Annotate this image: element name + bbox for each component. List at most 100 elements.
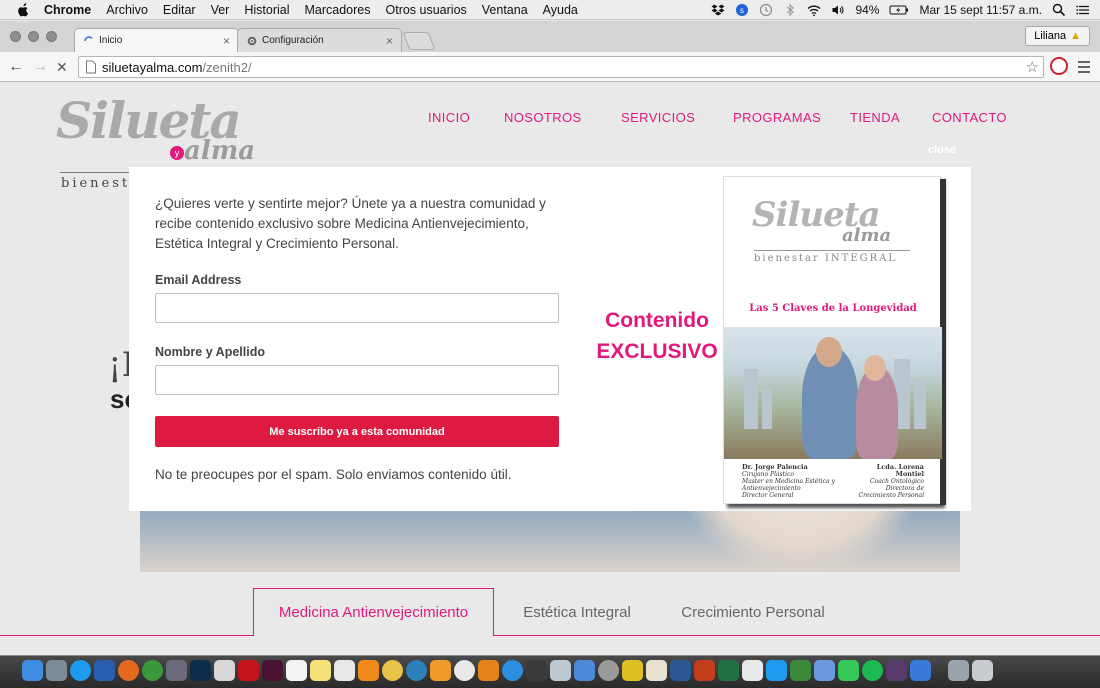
- nav-contacto[interactable]: CONTACTO: [932, 110, 1007, 125]
- system-preferences-icon[interactable]: [598, 660, 619, 681]
- email-field[interactable]: [155, 293, 559, 323]
- tab-estetica[interactable]: Estética Integral: [500, 588, 654, 636]
- author-2-line: Coach Ontológico: [870, 478, 924, 485]
- back-arrow-icon[interactable]: ←: [8, 58, 24, 76]
- quicktime-icon[interactable]: [406, 660, 427, 681]
- menu-otros-usuarios[interactable]: Otros usuarios: [386, 3, 467, 17]
- contacts-icon[interactable]: [334, 660, 355, 681]
- address-bar[interactable]: siluetayalma.com/zenith2/ ☆: [78, 56, 1044, 78]
- menu-archivo[interactable]: Archivo: [106, 3, 148, 17]
- notification-center-icon[interactable]: [1076, 3, 1090, 17]
- photos-icon[interactable]: [382, 660, 403, 681]
- menu-historial[interactable]: Historial: [244, 3, 289, 17]
- apple-icon[interactable]: [16, 2, 30, 17]
- excel-icon[interactable]: [718, 660, 739, 681]
- firefox-icon[interactable]: [118, 660, 139, 681]
- tab-inicio[interactable]: Inicio ×: [74, 28, 239, 52]
- clock[interactable]: Mar 15 sept 11:57 a.m.: [919, 3, 1042, 17]
- menu-ver[interactable]: Ver: [211, 3, 230, 17]
- trash-icon[interactable]: [972, 660, 993, 681]
- subscribe-button[interactable]: Me suscribo ya a esta comunidad: [155, 416, 559, 447]
- downloads-icon[interactable]: [574, 660, 595, 681]
- spotify-icon[interactable]: [862, 660, 883, 681]
- close-window-button[interactable]: [10, 31, 21, 42]
- imovie-icon[interactable]: [526, 660, 547, 681]
- acrobat-icon[interactable]: [238, 660, 259, 681]
- cover-photo-runner-face: [816, 337, 842, 367]
- close-tab-icon[interactable]: ×: [223, 34, 230, 48]
- menu-marcadores[interactable]: Marcadores: [305, 3, 371, 17]
- chrome-icon[interactable]: [142, 660, 163, 681]
- indesign-icon[interactable]: [262, 660, 283, 681]
- tab-crecimiento[interactable]: Crecimiento Personal: [664, 588, 842, 636]
- menu-ayuda[interactable]: Ayuda: [543, 3, 578, 17]
- itunes-icon[interactable]: [454, 660, 475, 681]
- preview-icon[interactable]: [550, 660, 571, 681]
- ibooks-icon[interactable]: [478, 660, 499, 681]
- pdf-document-icon[interactable]: [214, 660, 235, 681]
- address-host: siluetayalma.com: [102, 59, 203, 75]
- promo-line-1: Contenido: [605, 309, 709, 332]
- browser-toolbar: ← → ✕ siluetayalma.com/zenith2/ ☆: [0, 52, 1100, 82]
- safari-icon[interactable]: [94, 660, 115, 681]
- app-store-icon[interactable]: [502, 660, 523, 681]
- photoshop-icon[interactable]: [190, 660, 211, 681]
- popcorn-icon[interactable]: [646, 660, 667, 681]
- downloads-stack-icon[interactable]: [948, 660, 969, 681]
- word-icon[interactable]: [670, 660, 691, 681]
- new-tab-button[interactable]: [402, 32, 436, 50]
- skype-icon[interactable]: [70, 660, 91, 681]
- name-field[interactable]: [155, 365, 559, 395]
- chrome-menu-icon[interactable]: [1078, 61, 1090, 73]
- tab-configuracion[interactable]: Configuración ×: [237, 28, 402, 52]
- close-tab-icon[interactable]: ×: [386, 34, 393, 48]
- finder-icon[interactable]: [22, 660, 43, 681]
- facetime-icon[interactable]: [838, 660, 859, 681]
- subscribe-modal: ¿Quieres verte y sentirte mejor? Únete y…: [129, 167, 971, 511]
- scanner-icon[interactable]: [166, 660, 187, 681]
- teamviewer-icon[interactable]: [910, 660, 931, 681]
- vlc-icon[interactable]: [358, 660, 379, 681]
- bluetooth-icon[interactable]: [783, 3, 797, 17]
- stop-loading-icon[interactable]: ✕: [56, 59, 68, 76]
- volume-icon[interactable]: [831, 3, 845, 17]
- menu-editar[interactable]: Editar: [163, 3, 196, 17]
- radiation-app-icon[interactable]: [622, 660, 643, 681]
- book-author-2: Lcda. Lorena Montiel Coach Ontológico Di…: [850, 464, 924, 500]
- modal-close-link[interactable]: close: [928, 144, 956, 156]
- main-nav: INICIO NOSOTROS SERVICIOS PROGRAMAS TIEN…: [428, 110, 1007, 125]
- nav-servicios[interactable]: SERVICIOS: [621, 110, 733, 125]
- menu-ventana[interactable]: Ventana: [482, 3, 528, 17]
- powerpoint-icon[interactable]: [694, 660, 715, 681]
- calendar-icon[interactable]: [286, 660, 307, 681]
- nav-inicio[interactable]: INICIO: [428, 110, 504, 125]
- minimize-window-button[interactable]: [28, 31, 39, 42]
- tab-medicina[interactable]: Medicina Antienvejecimiento: [253, 588, 494, 636]
- dropbox-icon[interactable]: [711, 3, 725, 17]
- battery-icon[interactable]: [889, 3, 909, 17]
- nav-programas[interactable]: PROGRAMAS: [733, 110, 850, 125]
- notes-icon[interactable]: [310, 660, 331, 681]
- bookmark-star-icon[interactable]: ☆: [1026, 58, 1039, 76]
- shazam-icon[interactable]: s: [735, 3, 749, 17]
- nav-nosotros[interactable]: NOSOTROS: [504, 110, 621, 125]
- launchpad-icon[interactable]: [46, 660, 67, 681]
- nav-tienda[interactable]: TIENDA: [850, 110, 932, 125]
- zoom-window-button[interactable]: [46, 31, 57, 42]
- tab-inicio-label: Inicio: [99, 35, 123, 46]
- menu-app-chrome[interactable]: Chrome: [44, 3, 91, 17]
- forward-arrow-icon[interactable]: →: [32, 58, 48, 76]
- evernote-icon[interactable]: [790, 660, 811, 681]
- image-capture-icon[interactable]: [742, 660, 763, 681]
- app-icon[interactable]: [814, 660, 835, 681]
- time-machine-icon[interactable]: [759, 3, 773, 17]
- shazam-dock-icon[interactable]: [766, 660, 787, 681]
- screen-recorder-icon[interactable]: [886, 660, 907, 681]
- amazon-icon[interactable]: [430, 660, 451, 681]
- wifi-icon[interactable]: [807, 3, 821, 17]
- extension-icon[interactable]: [1050, 57, 1068, 75]
- spotlight-search-icon[interactable]: [1052, 3, 1066, 17]
- book-title: Las 5 Claves de la Longevidad: [749, 303, 917, 314]
- promo-heading: Contenido EXCLUSIVO: [589, 305, 725, 367]
- profile-button[interactable]: Liliana ▲: [1025, 26, 1090, 46]
